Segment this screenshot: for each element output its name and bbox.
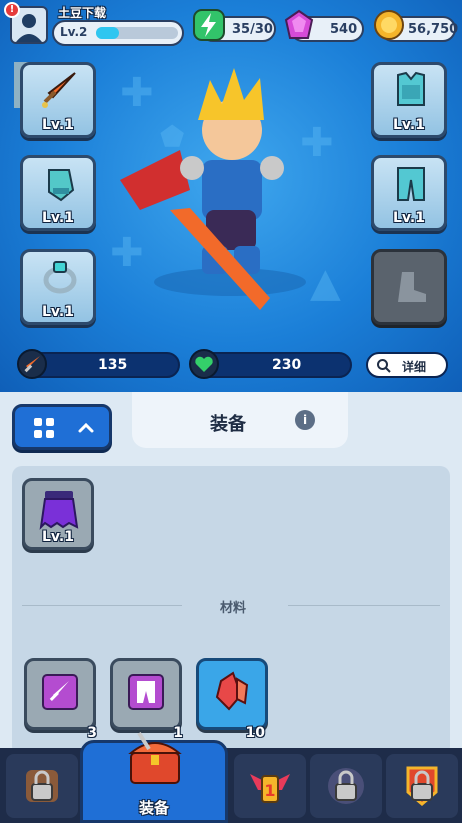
nav-locked-guild[interactable] [386, 754, 458, 818]
cape-icon [39, 491, 79, 530]
slot-level: Lv.1 [393, 117, 425, 133]
materials-heading: 材料 [220, 601, 247, 616]
coin-icon [374, 10, 404, 40]
svg-text:1: 1 [264, 781, 275, 800]
inventory-panel: 装备 i Lv.1 材料 3 1 10 [0, 392, 462, 756]
slot-level: Lv.1 [42, 210, 74, 226]
lock-icon [328, 768, 364, 804]
hero-character [120, 68, 306, 310]
coin-value: 56,750 [408, 22, 459, 37]
alert-badge[interactable]: ! [4, 2, 20, 18]
xp-fill [96, 27, 119, 39]
bottom-nav: 装备 1 [0, 731, 462, 823]
material-count: 10 [245, 725, 265, 741]
treasure-chest-icon [128, 731, 182, 784]
search-icon [377, 359, 391, 373]
slot-armor[interactable]: Lv.1 [371, 62, 447, 138]
armor-icon [397, 71, 425, 106]
boot-icon [398, 272, 426, 302]
slot-level: Lv.1 [42, 304, 74, 320]
energy-value: 35/30 [232, 22, 273, 37]
energy-bolt-icon [193, 9, 225, 41]
sword-icon [42, 72, 76, 108]
material-red-crystal[interactable]: 10 [196, 658, 268, 741]
slot-boots-locked[interactable] [371, 249, 447, 325]
player-level: Lv.2 [60, 25, 88, 39]
slot-level: Lv.1 [42, 117, 74, 133]
player-name: 土豆下载 [58, 6, 107, 20]
tab-title: 装备 [210, 414, 246, 435]
chevron-up-icon [78, 422, 94, 433]
divider-left [22, 605, 182, 606]
details-button[interactable]: 详细 [366, 352, 448, 378]
item-level: Lv.1 [42, 529, 74, 545]
material-count: 3 [87, 725, 97, 741]
attack-sword-icon [17, 349, 47, 379]
slot-level: Lv.1 [393, 210, 425, 226]
material-sword-scroll[interactable]: 3 [24, 658, 97, 741]
grid-toggle-button[interactable] [12, 404, 112, 450]
inventory-item-cape[interactable]: Lv.1 [22, 478, 94, 550]
grid-icon [34, 418, 54, 438]
slot-ring[interactable]: Lv.1 [20, 249, 96, 325]
attack-value: 135 [98, 357, 128, 373]
gem-icon [284, 9, 314, 39]
health-heart-icon [189, 349, 219, 379]
scroll-sword-icon [42, 674, 78, 710]
ring-icon [43, 261, 77, 294]
health-value: 230 [272, 357, 302, 373]
tab-equipment[interactable]: 装备 [132, 392, 348, 448]
lock-icon [26, 770, 58, 802]
xp-track [96, 27, 178, 39]
info-icon[interactable]: i [295, 410, 315, 430]
glove-icon [48, 169, 75, 202]
slot-gloves[interactable]: Lv.1 [20, 155, 96, 231]
nav-locked-arena[interactable] [310, 754, 382, 818]
hero-area: ✚ ✚ ✚ ▲ ⬟ ! 土豆下载 Lv.2 35/30 540 56,750 L… [0, 0, 462, 392]
nav-locked-rank[interactable]: 1 [234, 754, 306, 818]
details-label: 详细 [402, 360, 427, 374]
slot-sword[interactable]: Lv.1 [20, 62, 96, 138]
nav-active-label: 装备 [139, 799, 170, 817]
level-bar: Lv.2 [52, 20, 184, 46]
slot-pants[interactable]: Lv.1 [371, 155, 447, 231]
gem-value: 540 [330, 22, 358, 37]
lock-icon [406, 766, 438, 806]
nav-locked-shop[interactable] [6, 754, 78, 818]
crystal-icon [215, 671, 249, 711]
material-pants-scroll[interactable]: 1 [110, 658, 183, 741]
nav-equipment-active[interactable]: 装备 [80, 731, 228, 823]
rank-badge-icon: 1 [250, 774, 290, 803]
scroll-pants-icon [128, 674, 164, 710]
pants-icon [397, 167, 425, 201]
divider-right [288, 605, 440, 606]
